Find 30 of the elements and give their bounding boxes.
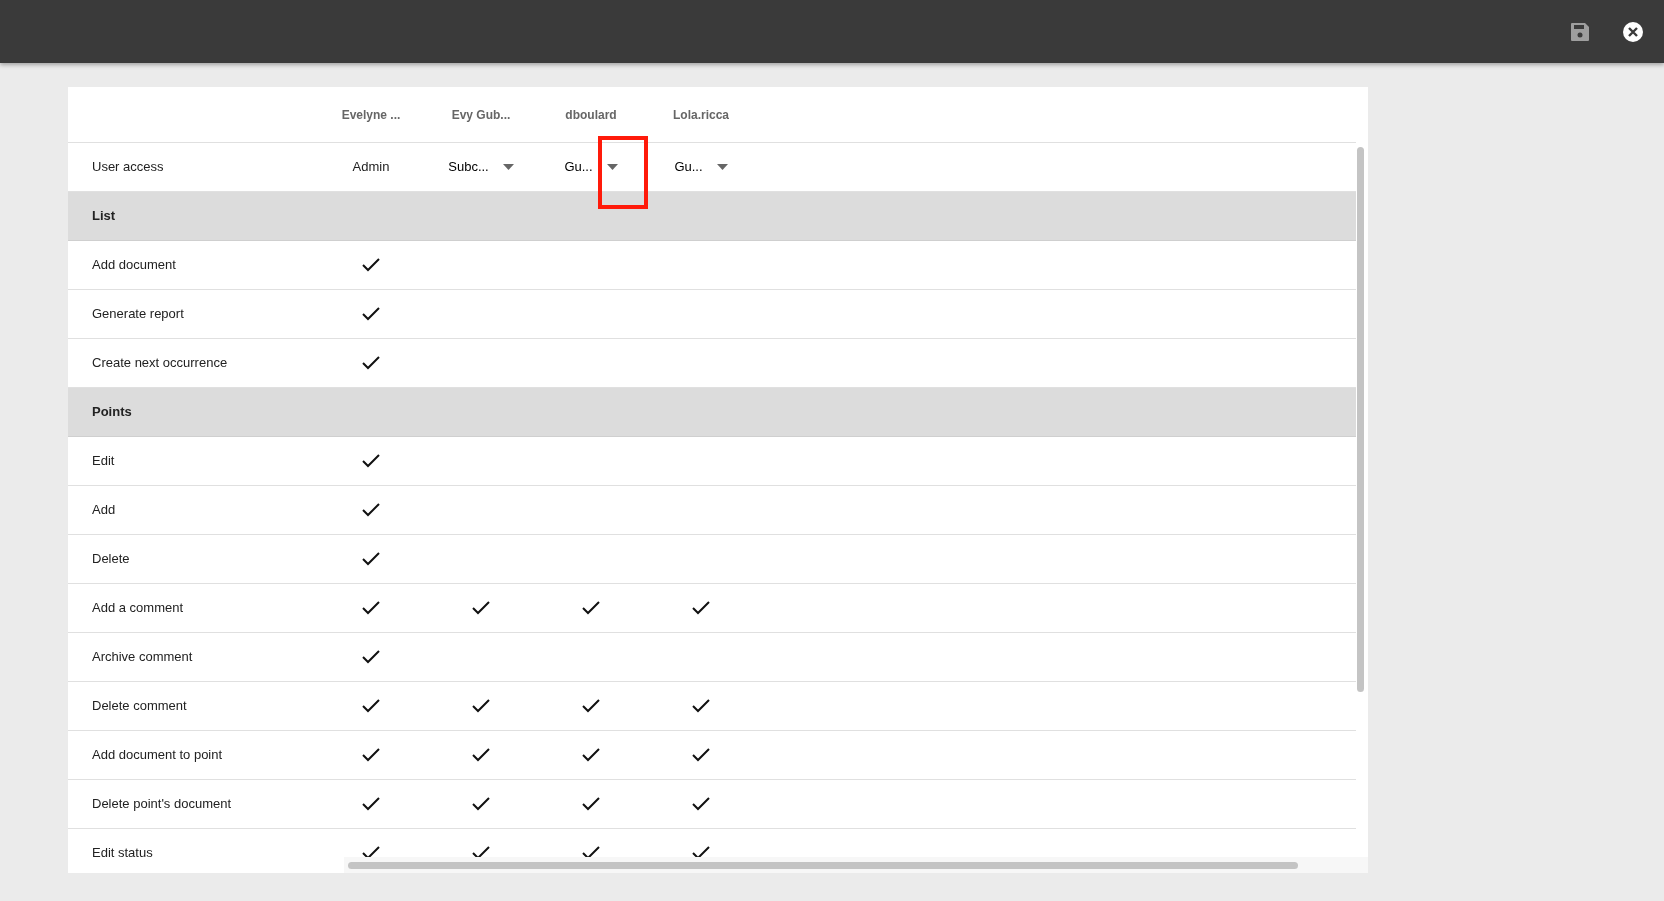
column-header: Evelyne ...: [340, 106, 402, 124]
column-header: dboulard: [564, 106, 618, 124]
save-icon: [1570, 21, 1590, 42]
access-dropdown[interactable]: Gu...: [668, 157, 734, 177]
close-icon: [1622, 20, 1644, 43]
row-label: Generate report: [92, 306, 184, 322]
section-header: List: [68, 192, 1356, 241]
row-label: Edit: [92, 453, 115, 469]
horizontal-scrollbar[interactable]: [348, 861, 1298, 869]
row-label: Create next occurrence: [92, 355, 228, 371]
access-dropdown[interactable]: Gu...: [558, 157, 624, 177]
section-header: Points: [68, 388, 1356, 437]
row-label: User access: [91, 158, 165, 177]
access-dropdown[interactable]: Subc...: [442, 157, 520, 177]
access-level: Admin: [352, 158, 390, 177]
caret-icon: [716, 164, 728, 170]
column-header: Lola.ricca: [672, 106, 730, 124]
row-label: Delete comment: [92, 698, 187, 714]
row-label: Add a comment: [92, 600, 184, 616]
row-label: Add document: [92, 257, 176, 273]
row-label: Add document to point: [92, 747, 223, 763]
caret-icon: [502, 164, 514, 170]
row-label: Edit status: [92, 845, 153, 857]
row-label: Archive comment: [92, 649, 193, 665]
row-label: Add: [92, 502, 116, 518]
column-header: Evy Gub...: [450, 106, 512, 124]
vertical-scrollbar[interactable]: [1357, 147, 1364, 692]
caret-icon: [606, 164, 618, 170]
row-label: Delete point's document: [92, 796, 232, 812]
row-label: Delete: [92, 551, 130, 567]
